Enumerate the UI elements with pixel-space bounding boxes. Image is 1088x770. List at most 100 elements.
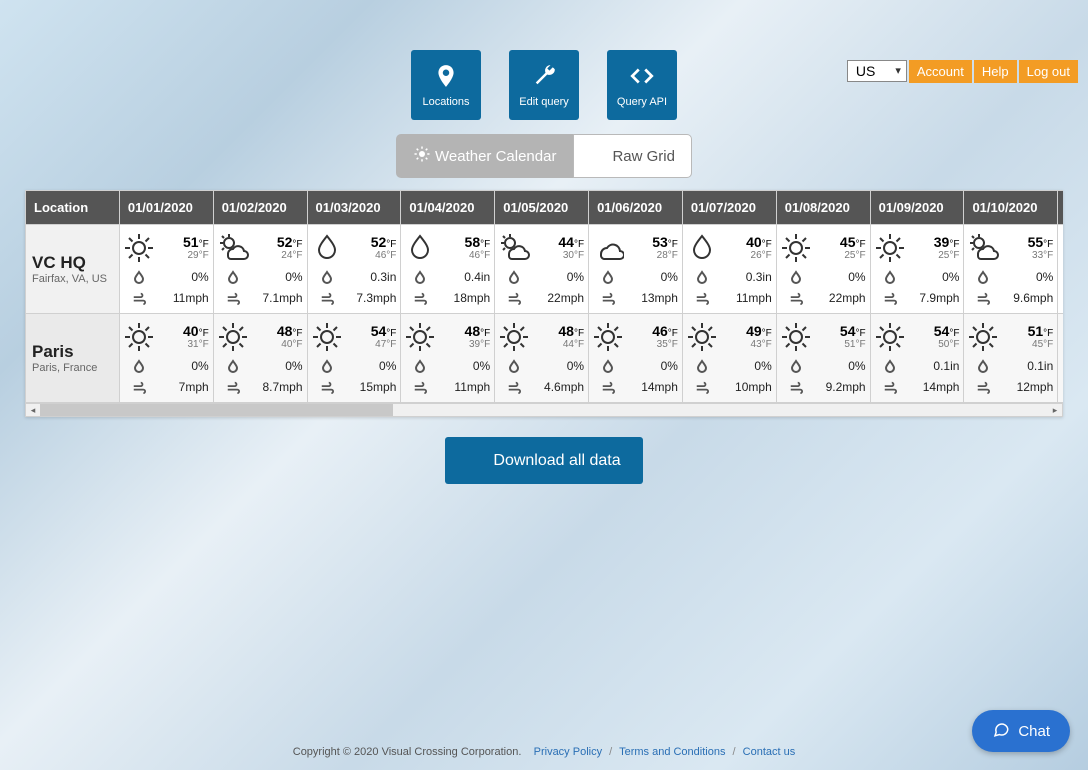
- wind-value: 12mph: [992, 380, 1053, 394]
- chat-button[interactable]: Chat: [972, 710, 1070, 752]
- locations-button[interactable]: Locations: [411, 50, 481, 120]
- condition-icon: [122, 320, 156, 354]
- day-cell: 52°F24°F0%7.1mph: [213, 225, 307, 314]
- day-cell: 49°F43°F0%10mph: [682, 314, 776, 403]
- temp-high: 44°F: [531, 235, 584, 250]
- precip-icon: [411, 357, 429, 375]
- condition-icon: [497, 231, 531, 265]
- download-button[interactable]: Download all data: [445, 437, 642, 484]
- temp-low: 39°F: [437, 339, 490, 350]
- wind-icon: [881, 289, 899, 307]
- grid-icon: [590, 145, 608, 167]
- wind-icon: [787, 378, 805, 396]
- header-date: 01/06/2020: [589, 191, 683, 225]
- scroll-right-arrow[interactable]: ▸: [1048, 405, 1062, 416]
- help-button[interactable]: Help: [974, 60, 1017, 83]
- wind-icon: [318, 289, 336, 307]
- precip-icon: [224, 357, 242, 375]
- scroll-track[interactable]: [40, 404, 1048, 416]
- temp-high: 51°F: [156, 235, 209, 250]
- terms-link[interactable]: Terms and Conditions: [619, 746, 725, 758]
- location-sub: Paris, France: [32, 362, 113, 374]
- scroll-thumb[interactable]: [40, 404, 393, 416]
- wind-value: 22mph: [805, 291, 866, 305]
- locale-select[interactable]: US: [847, 60, 907, 82]
- temps: 44°F30°F: [531, 235, 584, 261]
- day-cell: 51°F29°F0%11mph: [119, 225, 213, 314]
- wind-icon: [224, 289, 242, 307]
- download-icon: [467, 449, 485, 472]
- wind-icon: [318, 378, 336, 396]
- temp-low: 40°F: [250, 339, 303, 350]
- header-date: 01/09/2020: [870, 191, 964, 225]
- temp-low: 25°F: [813, 250, 866, 261]
- precip-value: 0.4in: [429, 270, 490, 284]
- temp-low: 46°F: [344, 250, 397, 261]
- day-cell-clipped: [1058, 225, 1063, 314]
- top-bar: US Account Help Log out: [847, 60, 1078, 83]
- wind-value: 9.2mph: [805, 380, 866, 394]
- wind-value: 10mph: [711, 380, 772, 394]
- temp-high: 48°F: [531, 324, 584, 339]
- code-icon: [629, 63, 655, 96]
- logout-button[interactable]: Log out: [1019, 60, 1078, 83]
- temp-high: 58°F: [437, 235, 490, 250]
- query-api-button[interactable]: Query API: [607, 50, 677, 120]
- locale-select-wrap: US: [847, 60, 907, 83]
- header-date: 01/01/2020: [119, 191, 213, 225]
- header-date: 01/04/2020: [401, 191, 495, 225]
- condition-icon: [779, 231, 813, 265]
- wind-value: 7.9mph: [899, 291, 960, 305]
- precip-value: 0%: [429, 359, 490, 373]
- horizontal-scrollbar[interactable]: ◂ ▸: [25, 403, 1063, 417]
- tab-weather-calendar-label: Weather Calendar: [435, 148, 556, 165]
- footer: Copyright © 2020 Visual Crossing Corpora…: [0, 746, 1088, 758]
- table-header-row: Location 01/01/2020 01/02/2020 01/03/202…: [26, 191, 1064, 225]
- temps: 48°F39°F: [437, 324, 490, 350]
- condition-icon: [310, 320, 344, 354]
- day-cell: 58°F46°F0.4in18mph: [401, 225, 495, 314]
- wind-value: 11mph: [148, 291, 209, 305]
- tab-raw-grid[interactable]: Raw Grid: [573, 134, 692, 178]
- temps: 39°F25°F: [907, 235, 960, 261]
- day-cell: 54°F50°F0.1in14mph: [870, 314, 964, 403]
- chat-icon: [992, 720, 1010, 742]
- temp-low: 45°F: [1000, 339, 1053, 350]
- contact-link[interactable]: Contact us: [743, 746, 796, 758]
- temp-low: 50°F: [907, 339, 960, 350]
- scroll-left-arrow[interactable]: ◂: [26, 405, 40, 416]
- edit-query-button[interactable]: Edit query: [509, 50, 579, 120]
- privacy-link[interactable]: Privacy Policy: [534, 746, 602, 758]
- download-label: Download all data: [493, 452, 620, 470]
- temp-low: 44°F: [531, 339, 584, 350]
- tab-weather-calendar[interactable]: Weather Calendar: [396, 134, 573, 178]
- precip-icon: [130, 268, 148, 286]
- precip-value: 0%: [899, 270, 960, 284]
- precip-value: 0.3in: [711, 270, 772, 284]
- wrench-icon: [531, 63, 557, 96]
- header-location: Location: [26, 191, 120, 225]
- day-cell: 40°F26°F0.3in11mph: [682, 225, 776, 314]
- condition-icon: [216, 320, 250, 354]
- wind-value: 14mph: [617, 380, 678, 394]
- precip-icon: [599, 268, 617, 286]
- account-button[interactable]: Account: [909, 60, 972, 83]
- header-date: 01/08/2020: [776, 191, 870, 225]
- precip-value: 0%: [617, 270, 678, 284]
- table-row: VC HQFairfax, VA, US51°F29°F0%11mph52°F2…: [26, 225, 1064, 314]
- temps: 54°F47°F: [344, 324, 397, 350]
- temp-high: 54°F: [813, 324, 866, 339]
- temp-high: 39°F: [907, 235, 960, 250]
- temp-low: 31°F: [156, 339, 209, 350]
- day-cell: 46°F35°F0%14mph: [589, 314, 683, 403]
- day-cell: 48°F40°F0%8.7mph: [213, 314, 307, 403]
- precip-value: 0%: [336, 359, 397, 373]
- precip-icon: [130, 357, 148, 375]
- chat-label: Chat: [1018, 723, 1050, 740]
- temp-high: 52°F: [250, 235, 303, 250]
- precip-icon: [318, 357, 336, 375]
- table-row: ParisParis, France40°F31°F0%7mph48°F40°F…: [26, 314, 1064, 403]
- day-cell: 54°F47°F0%15mph: [307, 314, 401, 403]
- condition-icon: [966, 320, 1000, 354]
- wind-value: 13mph: [617, 291, 678, 305]
